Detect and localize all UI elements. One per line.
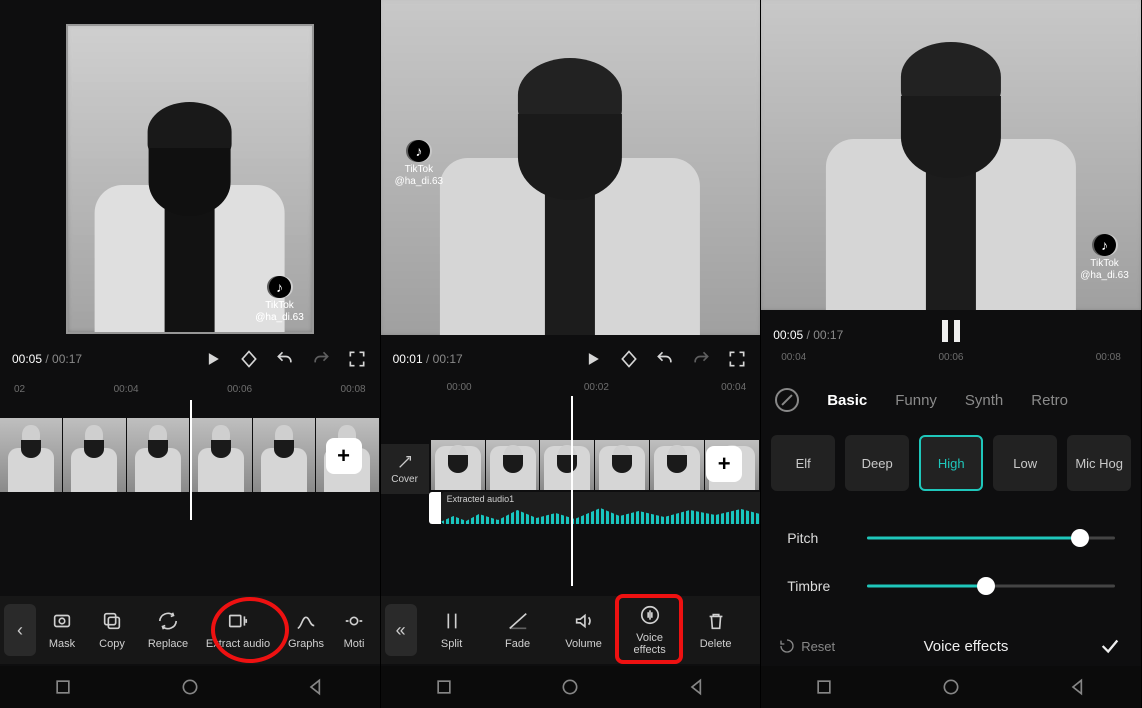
toolbar-back-button[interactable]: ‹ bbox=[4, 604, 36, 656]
undo-icon[interactable] bbox=[654, 348, 676, 370]
fullscreen-icon[interactable] bbox=[346, 348, 368, 370]
video-frame: ♪ TikTok @ha_di.63 bbox=[66, 24, 314, 334]
tool-split[interactable]: Split bbox=[419, 600, 485, 660]
preset-elf[interactable]: Elf bbox=[771, 435, 835, 491]
nav-home-icon[interactable] bbox=[560, 677, 580, 697]
undo-icon[interactable] bbox=[274, 348, 296, 370]
audio-clip-label: Extracted audio1 bbox=[447, 494, 515, 504]
video-preview[interactable]: ♪ TikTok @ha_di.63 bbox=[761, 0, 1141, 316]
timeline-ruler: 02 00:04 00:06 00:08 bbox=[0, 380, 380, 398]
nav-back-icon[interactable] bbox=[1068, 677, 1088, 697]
tool-replace[interactable]: Replace bbox=[138, 606, 198, 654]
timbre-label: Timbre bbox=[787, 578, 847, 594]
tool-voice-effects[interactable]: Voiceeffects bbox=[617, 600, 683, 660]
effects-footer: Reset Voice effects bbox=[761, 624, 1141, 668]
edit-toolbar: ‹ Mask Copy Replace Extract audio Graphs bbox=[0, 596, 380, 664]
timeline-ruler: 00:04 00:06 00:08 bbox=[761, 352, 1141, 370]
timeline-ruler: 00:00 00:02 00:04 bbox=[381, 378, 761, 396]
tool-mask[interactable]: Mask bbox=[38, 606, 86, 654]
play-icon[interactable] bbox=[582, 348, 604, 370]
redo-icon[interactable] bbox=[310, 348, 332, 370]
tool-extract-audio[interactable]: Extract audio bbox=[198, 606, 278, 654]
audio-clip[interactable]: Extracted audio1 bbox=[441, 492, 761, 524]
effect-category-tabs: Basic Funny Synth Retro bbox=[761, 376, 1141, 424]
pitch-label: Pitch bbox=[787, 530, 847, 546]
preset-high[interactable]: High bbox=[919, 435, 983, 491]
timbre-slider[interactable] bbox=[867, 576, 1115, 596]
no-effect-icon[interactable] bbox=[775, 388, 799, 412]
playback-bar: 00:05 / 00:17 bbox=[0, 340, 380, 378]
tab-funny[interactable]: Funny bbox=[895, 392, 937, 409]
add-clip-button[interactable]: + bbox=[706, 446, 742, 482]
video-preview[interactable]: ♪ TikTok @ha_di.63 bbox=[381, 0, 761, 340]
time-display: 00:01 / 00:17 bbox=[393, 352, 463, 366]
reset-button[interactable]: Reset bbox=[779, 638, 835, 654]
tiktok-watermark: ♪ TikTok @ha_di.63 bbox=[395, 140, 444, 188]
pitch-slider[interactable] bbox=[867, 528, 1115, 548]
keyframe-icon[interactable] bbox=[238, 348, 260, 370]
system-navbar bbox=[381, 666, 761, 708]
nav-home-icon[interactable] bbox=[941, 677, 961, 697]
nav-recent-icon[interactable] bbox=[434, 677, 454, 697]
system-navbar bbox=[761, 666, 1141, 708]
tool-volume[interactable]: Volume bbox=[551, 600, 617, 660]
confirm-button[interactable] bbox=[1097, 633, 1123, 659]
preset-deep[interactable]: Deep bbox=[845, 435, 909, 491]
toolbar-back-button[interactable]: « bbox=[385, 604, 417, 656]
video-frame: ♪ TikTok @ha_di.63 bbox=[381, 0, 761, 335]
preset-low[interactable]: Low bbox=[993, 435, 1057, 491]
tab-basic[interactable]: Basic bbox=[827, 392, 867, 409]
time-display: 00:05 / 00:17 bbox=[12, 352, 82, 366]
playhead[interactable] bbox=[190, 400, 192, 520]
timbre-slider-block: Timbre bbox=[761, 576, 1141, 596]
video-frame: ♪ TikTok @ha_di.63 bbox=[761, 0, 1141, 310]
tool-motion[interactable]: Moti bbox=[334, 606, 374, 654]
nav-home-icon[interactable] bbox=[180, 677, 200, 697]
pitch-slider-block: Pitch bbox=[761, 528, 1141, 548]
time-display: 00:05 / 00:17 bbox=[773, 328, 843, 342]
panel-extract-audio: ♪ TikTok @ha_di.63 00:05 / 00:17 02 00:0… bbox=[0, 0, 381, 708]
tool-copy[interactable]: Copy bbox=[86, 606, 138, 654]
audio-toolbar: « Split Fade Volume Voiceeffects Delete bbox=[381, 596, 761, 664]
add-clip-button[interactable]: + bbox=[326, 438, 362, 474]
tiktok-watermark: ♪ TikTok @ha_di.63 bbox=[255, 276, 304, 324]
system-navbar bbox=[0, 666, 380, 708]
nav-back-icon[interactable] bbox=[687, 677, 707, 697]
keyframe-icon[interactable] bbox=[618, 348, 640, 370]
playhead[interactable] bbox=[571, 396, 573, 586]
tab-synth[interactable]: Synth bbox=[965, 392, 1003, 409]
video-preview[interactable]: ♪ TikTok @ha_di.63 bbox=[0, 0, 380, 340]
fullscreen-icon[interactable] bbox=[726, 348, 748, 370]
nav-recent-icon[interactable] bbox=[814, 677, 834, 697]
preset-mic-hog[interactable]: Mic Hog bbox=[1067, 435, 1131, 491]
nav-back-icon[interactable] bbox=[306, 677, 326, 697]
panel-voice-effects-settings: ♪ TikTok @ha_di.63 00:05 / 00:17 00:04 0… bbox=[761, 0, 1142, 708]
playback-bar: 00:01 / 00:17 bbox=[381, 340, 761, 378]
panel-voice-effects-tool: ♪ TikTok @ha_di.63 00:01 / 00:17 00:00 0… bbox=[381, 0, 762, 708]
pause-icon[interactable] bbox=[942, 320, 960, 342]
play-icon[interactable] bbox=[202, 348, 224, 370]
nav-recent-icon[interactable] bbox=[53, 677, 73, 697]
preset-row: Elf Deep High Low Mic Hog E bbox=[761, 430, 1141, 496]
tool-graphs[interactable]: Graphs bbox=[278, 606, 334, 654]
tab-retro[interactable]: Retro bbox=[1031, 392, 1068, 409]
tool-delete[interactable]: Delete bbox=[683, 600, 749, 660]
footer-title: Voice effects bbox=[835, 638, 1097, 655]
redo-icon[interactable] bbox=[690, 348, 712, 370]
audio-clip-handle[interactable] bbox=[429, 492, 441, 524]
set-cover-button[interactable]: Cover bbox=[381, 444, 429, 494]
tool-fade[interactable]: Fade bbox=[485, 600, 551, 660]
audio-waveform bbox=[441, 504, 761, 524]
tiktok-watermark: ♪ TikTok @ha_di.63 bbox=[1080, 234, 1129, 282]
